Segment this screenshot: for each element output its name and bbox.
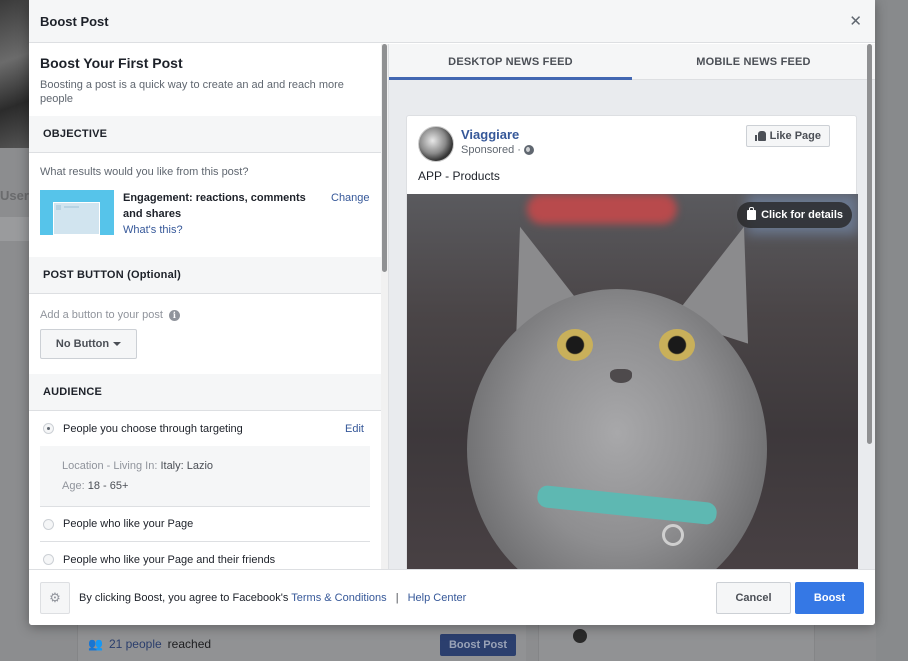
close-icon[interactable]: ✕ bbox=[849, 12, 862, 30]
preview-panel: DESKTOP NEWS FEED MOBILE NEWS FEED Viagg… bbox=[389, 44, 875, 569]
engagement-thumbnail-icon bbox=[40, 190, 114, 235]
post-text: APP - Products bbox=[418, 169, 500, 183]
info-icon[interactable]: i bbox=[168, 309, 180, 321]
gear-icon[interactable]: ⚙ bbox=[40, 581, 70, 614]
objective-section: What results would you like from this po… bbox=[29, 153, 381, 257]
change-objective-link[interactable]: Change bbox=[331, 190, 370, 238]
globe-icon bbox=[523, 145, 534, 155]
audience-option-page-likers[interactable]: People who like your Page bbox=[40, 507, 370, 542]
page-avatar[interactable] bbox=[418, 126, 454, 162]
audience-option-targeting[interactable]: People you choose through targeting Edit bbox=[40, 411, 370, 446]
whats-this-link[interactable]: What's this? bbox=[123, 222, 323, 238]
ad-preview-post: Viaggiare Sponsored · Like Page APP - Pr… bbox=[406, 115, 858, 569]
edit-audience-link[interactable]: Edit bbox=[345, 423, 364, 435]
post-button-label: Add a button to your post bbox=[40, 309, 163, 321]
like-page-button[interactable]: Like Page bbox=[745, 125, 830, 147]
intro-description: Boosting a post is a quick way to create… bbox=[40, 79, 344, 105]
post-button-dropdown-value: No Button bbox=[55, 338, 110, 350]
reach-suffix: reached bbox=[167, 637, 212, 651]
dialog-body: Boost Your First Post Boosting a post is… bbox=[29, 44, 875, 569]
page-name-link[interactable]: Viaggiare bbox=[461, 127, 746, 142]
age-label: Age: bbox=[62, 480, 85, 492]
radio-unselected[interactable] bbox=[43, 554, 54, 565]
objective-section-title: OBJECTIVE bbox=[29, 116, 381, 153]
like-page-label: Like Page bbox=[769, 130, 821, 142]
audience-option-label: People you choose through targeting bbox=[63, 422, 243, 435]
location-value: Italy: Lazio bbox=[160, 460, 214, 472]
post-image-cat[interactable]: Click for details bbox=[407, 194, 858, 569]
intro-heading: Boost Your First Post bbox=[40, 55, 183, 71]
caret-down-icon bbox=[113, 342, 122, 346]
age-value: 18 - 65+ bbox=[87, 480, 129, 492]
shopping-bag-icon bbox=[747, 207, 757, 220]
post-button-dropdown[interactable]: No Button bbox=[40, 329, 137, 359]
audience-option-label: People who like your Page and their frie… bbox=[63, 553, 276, 566]
post-button-section: Add a button to your post i No Button bbox=[29, 294, 381, 359]
sponsored-label: Sponsored · bbox=[461, 144, 521, 156]
dialog-header: Boost Post ✕ bbox=[29, 0, 875, 43]
thumbs-up-icon bbox=[754, 131, 766, 141]
post-header: Viaggiare Sponsored · Like Page bbox=[407, 116, 856, 164]
terms-separator: | bbox=[395, 591, 399, 604]
audience-section: People you choose through targeting Edit… bbox=[29, 411, 381, 569]
click-for-details-button[interactable]: Click for details bbox=[737, 202, 852, 228]
targeting-details: Location - Living In: Italy: Lazio Age: … bbox=[40, 446, 370, 507]
tab-desktop-news-feed[interactable]: DESKTOP NEWS FEED bbox=[389, 44, 632, 80]
click-for-details-label: Click for details bbox=[761, 209, 843, 221]
cancel-button[interactable]: Cancel bbox=[716, 581, 791, 614]
boost-post-dialog: Boost Post ✕ Boost Your First Post Boost… bbox=[29, 0, 875, 625]
dialog-footer: ⚙ By clicking Boost, you agree to Facebo… bbox=[29, 569, 875, 625]
terms-conditions-link[interactable]: Terms & Conditions bbox=[291, 592, 386, 604]
audience-option-page-likers-friends[interactable]: People who like your Page and their frie… bbox=[40, 542, 370, 569]
reach-count: 21 people bbox=[108, 637, 162, 651]
location-label: Location - Living In: bbox=[62, 460, 158, 472]
help-center-link[interactable]: Help Center bbox=[408, 592, 467, 604]
audience-option-label: People who like your Page bbox=[63, 518, 194, 530]
post-button-section-title: POST BUTTON (Optional) bbox=[29, 257, 381, 294]
background-strip bbox=[0, 217, 30, 241]
background-boost-post-button: Boost Post bbox=[440, 634, 516, 656]
background-cover-photo bbox=[0, 0, 30, 148]
objective-selection: Engagement: reactions, comments and shar… bbox=[40, 190, 370, 257]
preview-tabs: DESKTOP NEWS FEED MOBILE NEWS FEED bbox=[389, 44, 875, 80]
boost-button[interactable]: Boost bbox=[795, 581, 864, 614]
preview-scrollbar[interactable] bbox=[867, 44, 872, 444]
background-reach: 👥 21 people reached bbox=[88, 637, 211, 651]
terms-text: By clicking Boost, you agree to Facebook… bbox=[79, 592, 716, 604]
objective-selected: Engagement: reactions, comments and shar… bbox=[123, 192, 306, 220]
objective-question: What results would you like from this po… bbox=[40, 166, 249, 178]
settings-scrollbar[interactable] bbox=[382, 44, 387, 272]
background-liker-avatar bbox=[573, 629, 587, 643]
terms-prefix: By clicking Boost, you agree to Facebook… bbox=[79, 591, 289, 604]
audience-section-title: AUDIENCE bbox=[29, 374, 381, 411]
people-icon: 👥 bbox=[88, 637, 103, 651]
settings-panel: Boost Your First Post Boosting a post is… bbox=[29, 44, 388, 569]
radio-unselected[interactable] bbox=[43, 518, 54, 530]
page-scroll-area bbox=[876, 0, 908, 661]
tab-mobile-news-feed[interactable]: MOBILE NEWS FEED bbox=[632, 44, 875, 79]
dialog-title: Boost Post bbox=[40, 13, 109, 29]
intro-section: Boost Your First Post Boosting a post is… bbox=[29, 44, 388, 116]
radio-selected[interactable] bbox=[43, 423, 54, 434]
